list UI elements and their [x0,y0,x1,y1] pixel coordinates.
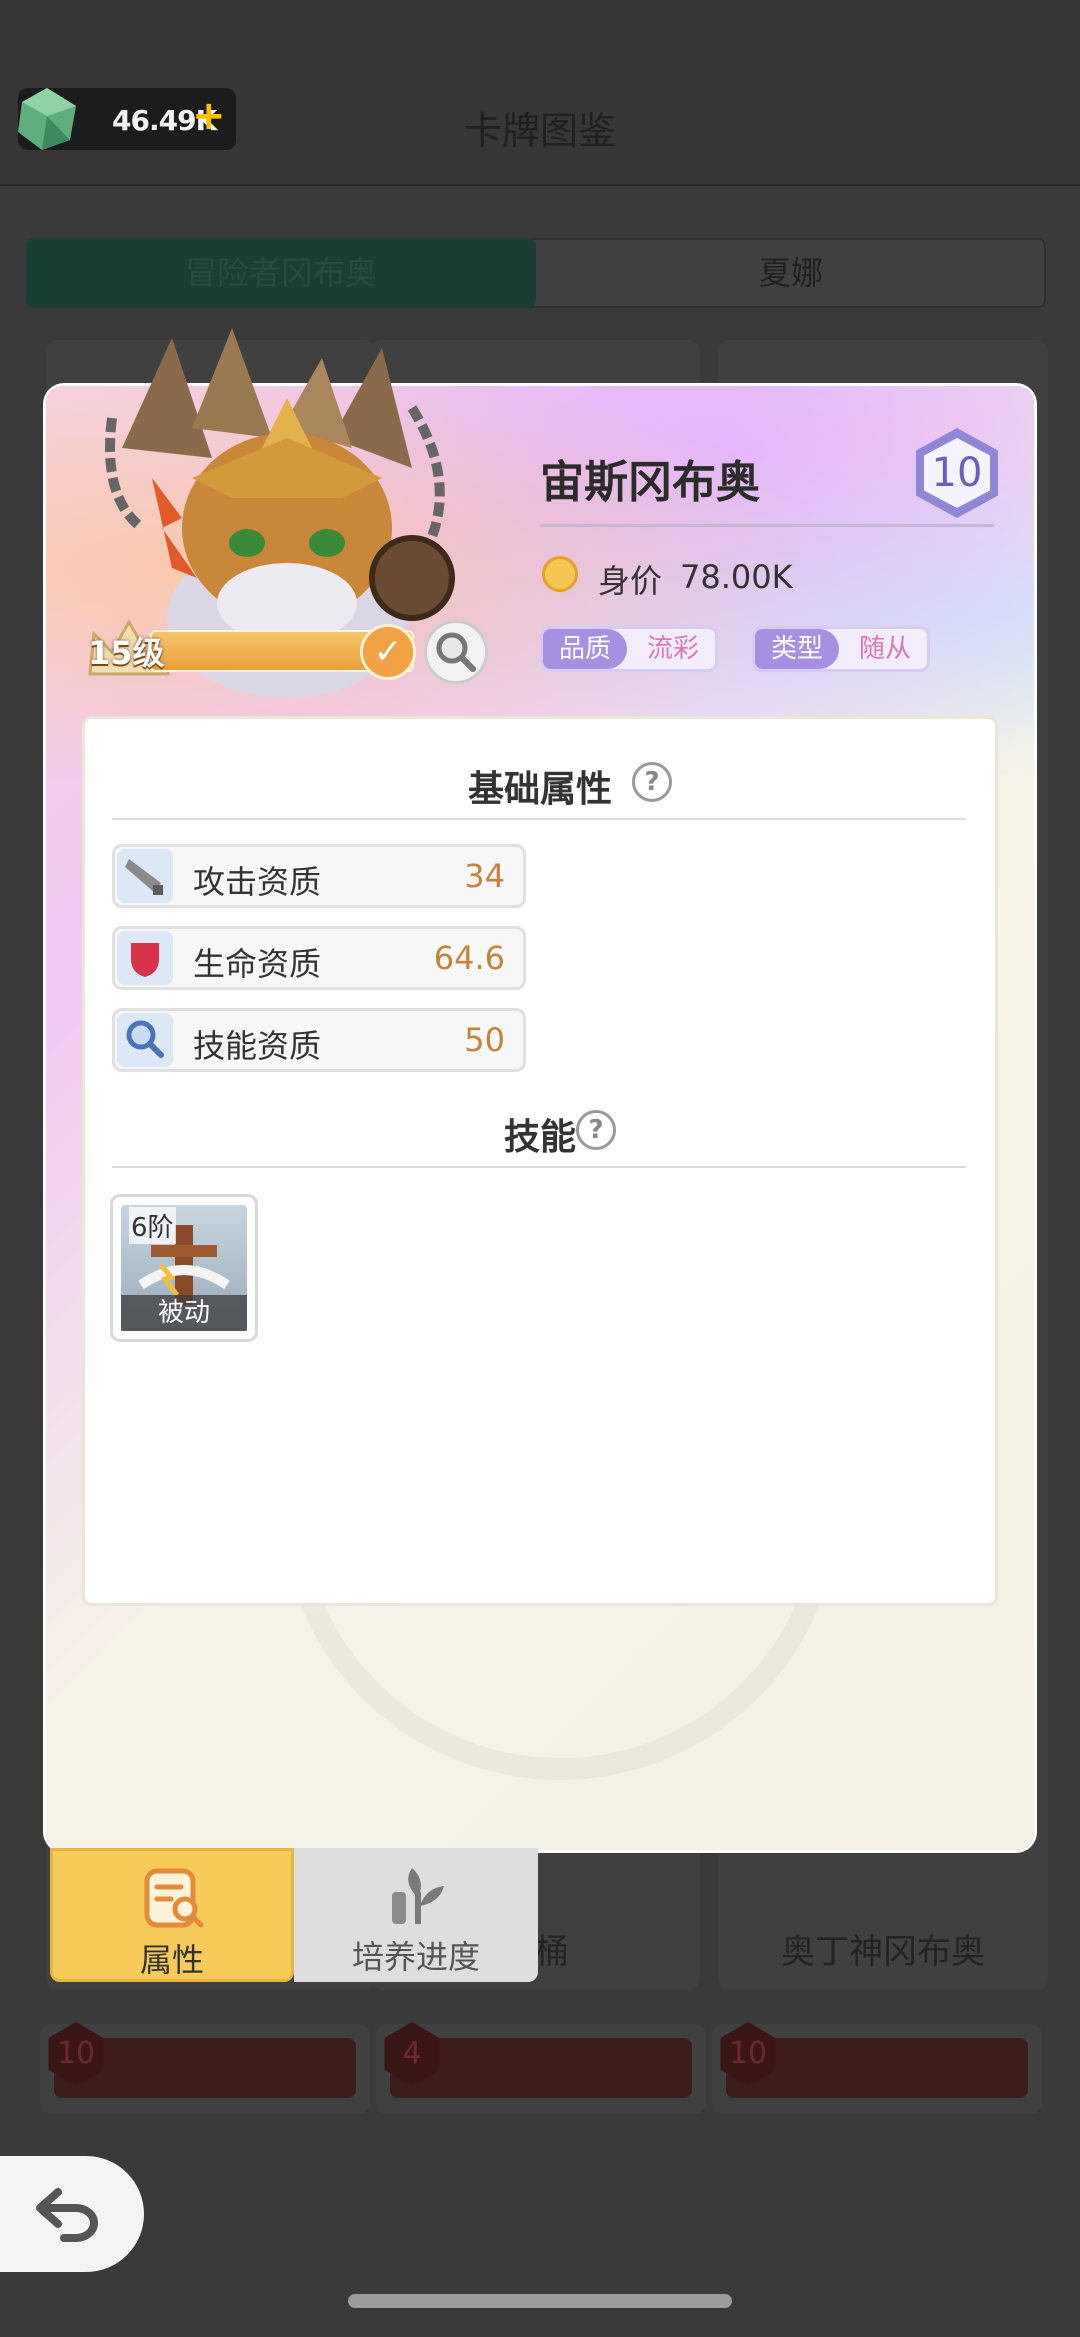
back-arrow-icon [36,2188,98,2242]
attribute-label: 技能资质 [193,1027,322,1065]
tab-label: 属性 [139,1941,204,1979]
card-name: 奥丁神冈布奥 [781,1932,985,1972]
type-label: 类型 [755,629,840,669]
type-pill: 类型 随从 [752,626,931,672]
confirm-check-button[interactable]: ✓ [360,624,416,680]
tab-attributes[interactable]: 属性 [50,1848,294,1982]
quality-value: 流彩 [647,634,700,664]
sprout-icon [392,1868,444,1924]
tab-training-progress[interactable]: 培养进度 [294,1848,538,1982]
sword-icon [117,849,173,903]
attributes-title: 基础属性 [467,769,612,810]
attribute-value: 50 [464,1021,505,1059]
skill-card[interactable]: 6阶 被动 [110,1194,258,1342]
attribute-row-attack: 攻击资质 34 [112,844,526,908]
skill-tier: 6阶 [129,1207,176,1244]
tab-xiana[interactable]: 夏娜 [536,238,1046,308]
skills-title: 技能 [503,1117,576,1158]
quality-pill: 品质 流彩 [540,626,719,672]
attribute-label: 攻击资质 [193,863,322,901]
hero-name: 宙斯冈布奥 [540,457,760,508]
quality-label: 品质 [543,629,628,669]
diamond-icon [542,556,578,592]
attribute-value: 64.6 [433,939,505,977]
skills-help-button[interactable]: ? [576,1110,616,1150]
page-title: 卡牌图鉴 [463,109,616,153]
magnifier-icon [117,1013,173,1067]
magnifier-icon [436,632,476,672]
clipboard-search-icon [144,1868,204,1928]
preview-button[interactable] [424,620,488,684]
heart-shield-icon [117,931,173,985]
tab-label: 培养进度 [351,1938,480,1976]
attribute-value: 34 [464,857,505,895]
name-divider [540,524,994,527]
attribute-label: 生命资质 [193,945,322,983]
price-value: 78.00K [680,558,793,596]
type-value: 随从 [859,634,912,664]
back-button[interactable] [0,2156,144,2272]
section-divider [112,818,966,820]
section-divider [112,1166,966,1168]
attribute-row-health: 生命资质 64.6 [112,926,526,990]
attribute-row-skill: 技能资质 50 [112,1008,526,1072]
home-indicator[interactable] [348,2294,732,2308]
attributes-help-button[interactable]: ? [632,762,672,802]
tab-adventurer[interactable]: 冒险者冈布奥 [26,238,536,308]
skill-type: 被动 [121,1295,247,1331]
price-label: 身价 [598,562,663,600]
hero-level: 15级 [88,634,165,672]
